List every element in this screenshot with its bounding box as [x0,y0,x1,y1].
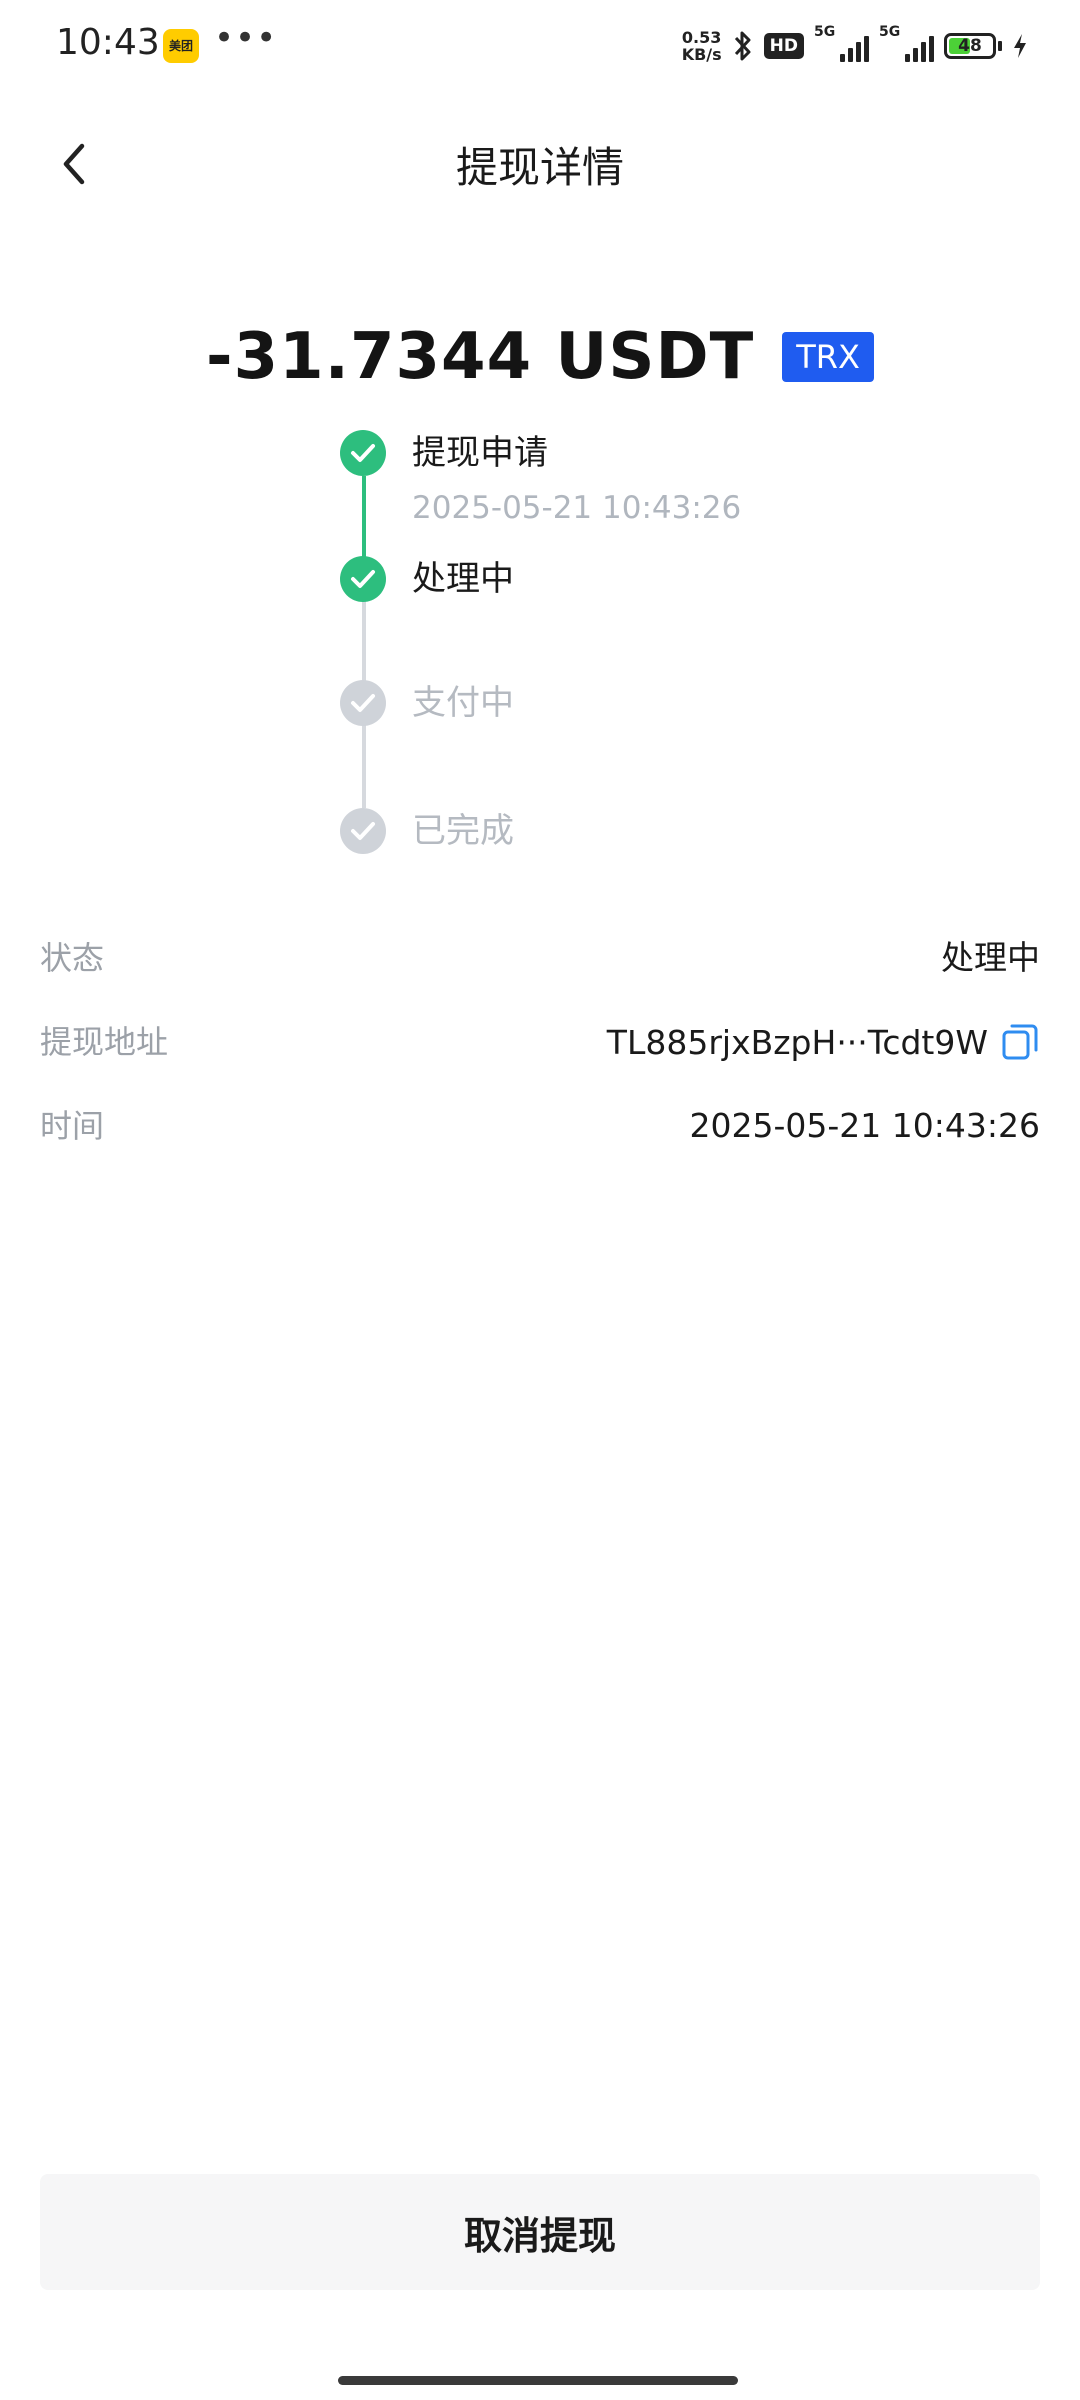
address-label: 提现地址 [40,1023,169,1061]
detail-row-status: 状态 处理中 [40,930,1040,986]
status-bar: 10:43 美团 ••• 0.53 KB/s HD 5G 5G 48 [0,0,1080,92]
more-notifications-icon: ••• [214,18,278,58]
withdraw-amount: -31.7344 USDT [206,320,755,394]
battery-level: 48 [958,36,982,56]
signal-icon: 5G [814,24,869,62]
network-type-label: 5G [814,24,836,40]
page-title: 提现详情 [455,143,624,192]
time-label: 时间 [40,1107,105,1145]
meituan-app-icon: 美团 [163,29,199,63]
address-value[interactable]: TL885rjxBzpH···Tcdt9W [607,1023,988,1062]
progress-timeline: 提现申请 2025-05-21 10:43:26 处理中 支付中 已完成 [340,430,940,854]
status-value: 处理中 [941,938,1040,977]
cancel-withdrawal-button[interactable]: 取消提现 [40,2174,1040,2290]
hd-voice-icon: HD [763,33,804,59]
step-label-completed: 已完成 [412,811,514,851]
copy-icon[interactable] [1000,1022,1040,1062]
charging-icon [1014,34,1026,58]
detail-row-time: 时间 2025-05-21 10:43:26 [40,1098,1040,1154]
detail-row-address: 提现地址 TL885rjxBzpH···Tcdt9W [40,1014,1040,1070]
address-value-group: TL885rjxBzpH···Tcdt9W [607,1014,1040,1070]
step-pending-check-icon [340,680,386,726]
step-done-check-icon [340,556,386,602]
network-speed: 0.53 KB/s [682,29,722,63]
network-type-label-2: 5G [879,24,901,40]
status-indicators: 0.53 KB/s HD 5G 5G 48 [682,24,1028,68]
step-time-apply: 2025-05-21 10:43:26 [412,490,742,526]
status-label: 状态 [40,939,105,977]
step-pending-check-icon [340,808,386,854]
signal-icon-2: 5G [879,24,934,62]
step-done-check-icon [340,430,386,476]
battery-icon: 48 [944,33,1002,59]
network-speed-unit: KB/s [681,45,722,64]
step-label-apply: 提现申请 [412,433,548,473]
time-value: 2025-05-21 10:43:26 [689,1106,1040,1145]
chain-badge: TRX [782,332,874,382]
bluetooth-icon [734,31,751,61]
step-label-paying: 支付中 [412,683,514,723]
status-time: 10:43 [56,22,160,63]
network-speed-value: 0.53 [681,28,722,47]
home-indicator[interactable] [338,2376,738,2385]
step-label-processing: 处理中 [412,559,514,599]
amount-section: -31.7344 USDT TRX [0,320,1080,394]
